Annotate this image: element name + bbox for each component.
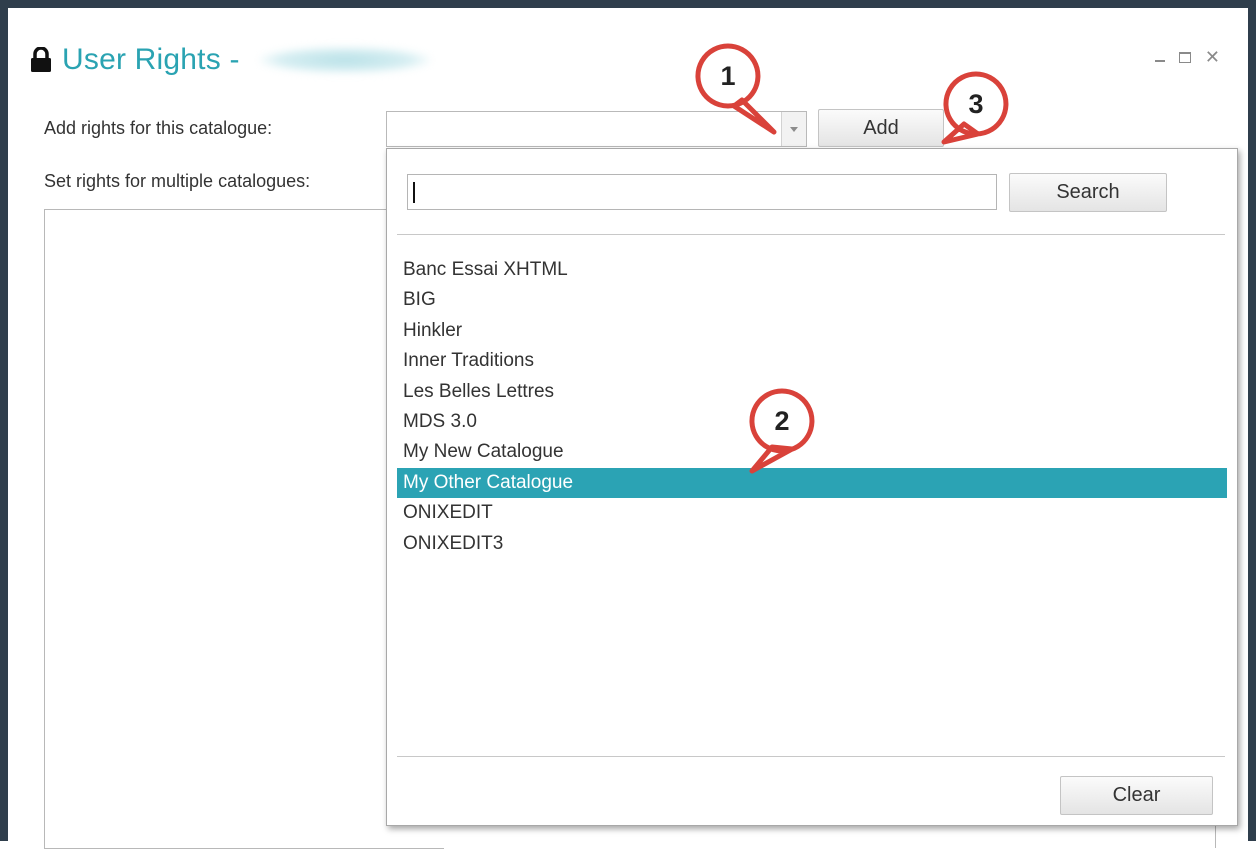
callout-3: 3 bbox=[941, 71, 1014, 145]
window-controls: ✕ bbox=[1154, 48, 1220, 66]
callout-1: 1 bbox=[695, 43, 777, 135]
text-cursor bbox=[413, 182, 415, 203]
list-item[interactable]: ONIXEDIT3 bbox=[397, 529, 1227, 559]
window-title-bar: User Rights - bbox=[30, 40, 430, 80]
clear-button[interactable]: Clear bbox=[1060, 776, 1213, 815]
callout-number: 1 bbox=[720, 61, 736, 91]
list-item[interactable]: ONIXEDIT bbox=[397, 498, 1227, 528]
minimize-icon[interactable] bbox=[1154, 60, 1165, 62]
list-item[interactable]: Banc Essai XHTML bbox=[397, 255, 1227, 285]
list-item[interactable]: BIG bbox=[397, 285, 1227, 315]
divider bbox=[397, 234, 1225, 235]
list-item[interactable]: Hinkler bbox=[397, 316, 1227, 346]
maximize-icon[interactable] bbox=[1178, 51, 1191, 63]
add-button[interactable]: Add bbox=[818, 109, 944, 147]
divider bbox=[397, 756, 1225, 757]
search-input[interactable] bbox=[407, 174, 997, 210]
callout-number: 3 bbox=[968, 89, 984, 119]
multiple-catalogues-panel[interactable] bbox=[44, 209, 444, 849]
add-rights-label: Add rights for this catalogue: bbox=[44, 118, 273, 138]
lock-icon bbox=[31, 47, 51, 72]
list-item[interactable]: Inner Traditions bbox=[397, 346, 1227, 376]
close-icon[interactable]: ✕ bbox=[1205, 48, 1220, 66]
callout-2: 2 bbox=[749, 388, 820, 474]
set-rights-multiple-label: Set rights for multiple catalogues: bbox=[44, 171, 311, 191]
redacted-user-name bbox=[259, 47, 430, 73]
page-title: User Rights - bbox=[62, 43, 240, 76]
callout-number: 2 bbox=[774, 406, 790, 436]
search-button[interactable]: Search bbox=[1009, 173, 1167, 212]
